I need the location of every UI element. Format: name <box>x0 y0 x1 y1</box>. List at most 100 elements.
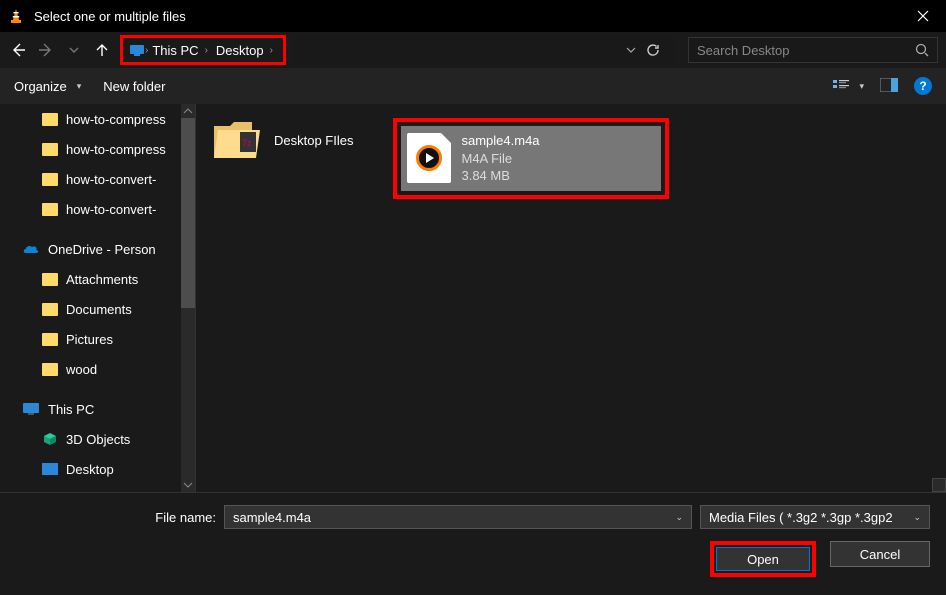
cancel-button[interactable]: Cancel <box>830 541 930 567</box>
view-options-button[interactable]: ▾ <box>833 79 864 93</box>
chevron-down-icon <box>626 45 636 55</box>
window-title: Select one or multiple files <box>34 9 900 24</box>
filename-value: sample4.m4a <box>233 510 311 525</box>
preview-pane-button[interactable] <box>880 78 898 95</box>
titlebar: Select one or multiple files <box>0 0 946 32</box>
folder-icon <box>42 173 58 186</box>
filter-label: Media Files ( *.3g2 *.3gp *.3gp2 <box>709 510 893 525</box>
chevron-right-icon: › <box>270 45 273 56</box>
list-item-label: Desktop <box>66 462 114 477</box>
vlc-icon <box>8 8 24 24</box>
folder-icon <box>42 333 58 346</box>
sidebar-item-onedrive[interactable]: OneDrive - Person <box>0 234 195 264</box>
sidebar-item-this-pc[interactable]: This PC <box>0 394 195 424</box>
sidebar-item-recent[interactable]: how-to-compress <box>0 134 195 164</box>
nav-back[interactable] <box>8 40 28 60</box>
folder-icon <box>42 273 58 286</box>
sidebar-item-3d-objects[interactable]: 3D Objects <box>0 424 195 454</box>
list-item-label: This PC <box>48 402 94 417</box>
arrow-left-icon <box>10 42 26 58</box>
file-list-area[interactable]: 7z Desktop FIles sample4.m4a M4A File 3.… <box>196 104 946 492</box>
arrow-right-icon <box>38 42 54 58</box>
chevron-down-icon: ▾ <box>859 81 864 92</box>
onedrive-icon <box>22 243 40 255</box>
file-meta: sample4.m4a M4A File 3.84 MB <box>461 132 539 185</box>
organize-label: Organize <box>14 79 67 94</box>
nav-forward[interactable] <box>36 40 56 60</box>
cube-icon <box>42 432 58 446</box>
list-item-label: Attachments <box>66 272 138 287</box>
sidebar: how-to-compress how-to-compress how-to-c… <box>0 104 196 492</box>
toolbar: Organize ▾ New folder ▾ ? <box>0 68 946 104</box>
file-type-filter[interactable]: Media Files ( *.3g2 *.3gp *.3gp2 ⌄ <box>700 505 930 529</box>
nav-up[interactable] <box>92 40 112 60</box>
folder-large-icon: 7z <box>212 118 262 162</box>
new-folder-label: New folder <box>103 79 165 94</box>
chevron-down-icon: ▾ <box>77 81 82 92</box>
pc-icon <box>129 44 145 56</box>
list-item-label: how-to-convert- <box>66 202 156 217</box>
sidebar-item-recent[interactable]: how-to-convert- <box>0 194 195 224</box>
sidebar-item-documents[interactable]: Documents <box>0 294 195 324</box>
sidebar-item-recent[interactable]: how-to-compress <box>0 104 195 134</box>
help-button[interactable]: ? <box>914 77 932 95</box>
breadcrumb-root-label: This PC <box>152 43 198 58</box>
list-item-label: Pictures <box>66 332 113 347</box>
folder-icon <box>42 303 58 316</box>
sidebar-item-recent[interactable]: how-to-convert- <box>0 164 195 194</box>
new-folder-button[interactable]: New folder <box>103 79 165 94</box>
folder-item[interactable]: 7z Desktop FIles <box>212 118 353 162</box>
scroll-up-icon[interactable] <box>181 104 195 118</box>
svg-text:7z: 7z <box>242 138 252 148</box>
address-bar-remainder[interactable] <box>294 37 674 63</box>
breadcrumb-folder-label: Desktop <box>216 43 264 58</box>
arrow-up-icon <box>94 42 110 58</box>
sidebar-item-pictures[interactable]: Pictures <box>0 324 195 354</box>
view-list-icon <box>833 79 849 93</box>
refresh-icon[interactable] <box>646 43 660 57</box>
folder-icon <box>42 143 58 156</box>
search-input[interactable]: Search Desktop <box>688 37 938 63</box>
file-item[interactable]: sample4.m4a M4A File 3.84 MB <box>401 126 661 191</box>
selected-file-highlight: sample4.m4a M4A File 3.84 MB <box>393 118 669 199</box>
nav-recent-dropdown[interactable] <box>64 40 84 60</box>
list-item-label: how-to-compress <box>66 112 166 127</box>
address-highlight: › This PC › Desktop › <box>120 35 286 65</box>
help-label: ? <box>919 79 926 93</box>
file-name: sample4.m4a <box>461 132 539 150</box>
open-button-highlight: Open <box>710 541 816 577</box>
filename-input[interactable]: sample4.m4a ⌄ <box>224 505 692 529</box>
dialog-footer: File name: sample4.m4a ⌄ Media Files ( *… <box>0 492 946 595</box>
cancel-label: Cancel <box>860 547 900 562</box>
open-label: Open <box>747 552 779 567</box>
scroll-down-icon[interactable] <box>181 478 195 492</box>
nav-bar: › This PC › Desktop › Search Desktop <box>0 32 946 68</box>
breadcrumb-desktop[interactable]: Desktop › <box>212 43 277 58</box>
sidebar-item-wood[interactable]: wood <box>0 354 195 384</box>
chevron-down-icon <box>69 45 79 55</box>
media-file-icon <box>407 133 451 183</box>
preview-pane-icon <box>880 78 898 92</box>
filename-label: File name: <box>16 510 216 525</box>
close-icon <box>917 10 929 22</box>
organize-button[interactable]: Organize ▾ <box>14 79 81 94</box>
folder-name: Desktop FIles <box>274 133 353 148</box>
list-item-label: Documents <box>66 302 132 317</box>
breadcrumb-this-pc[interactable]: This PC › <box>148 43 212 58</box>
content-scroll-corner <box>932 478 946 492</box>
pc-icon <box>22 402 40 416</box>
sidebar-scrollbar-thumb[interactable] <box>181 118 195 308</box>
sidebar-item-attachments[interactable]: Attachments <box>0 264 195 294</box>
chevron-down-icon: ⌄ <box>913 512 921 523</box>
body-area: how-to-compress how-to-compress how-to-c… <box>0 104 946 492</box>
close-button[interactable] <box>900 0 946 32</box>
folder-icon <box>42 113 58 126</box>
search-icon <box>915 43 929 57</box>
list-item-label: how-to-convert- <box>66 172 156 187</box>
sidebar-item-desktop[interactable]: Desktop <box>0 454 195 484</box>
list-item-label: OneDrive - Person <box>48 242 156 257</box>
folder-icon <box>42 203 58 216</box>
open-button[interactable]: Open <box>716 547 810 571</box>
folder-icon <box>42 363 58 376</box>
chevron-right-icon: › <box>205 45 208 56</box>
